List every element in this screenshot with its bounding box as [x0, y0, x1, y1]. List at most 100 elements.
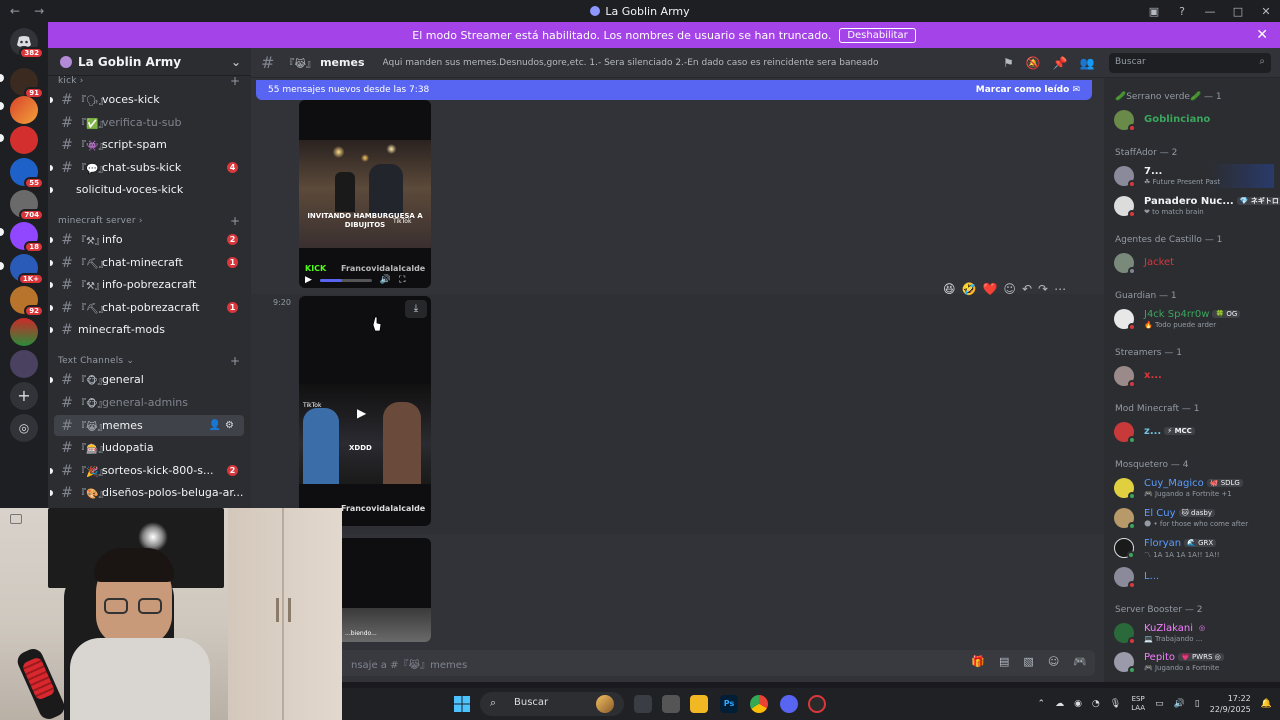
file-explorer-icon[interactable]: [690, 695, 708, 713]
direct-messages-icon[interactable]: 382: [10, 28, 44, 59]
channel-info[interactable]: # 『⚒』 info 2: [50, 229, 244, 250]
minimize-button[interactable]: —: [1196, 5, 1224, 18]
mark-as-read-button[interactable]: Marcar como leído ✉: [976, 85, 1080, 95]
sticker-icon[interactable]: ▧: [1023, 655, 1033, 668]
member-item[interactable]: Panadero Nuc... 💎 ネギトロ ❤ to match brain: [1114, 194, 1280, 218]
server-icon-3[interactable]: [10, 126, 38, 154]
new-messages-bar[interactable]: 55 mensajes nuevos desde las 7:38 Marcar…: [256, 80, 1092, 100]
search-input[interactable]: Buscar ⌕: [1109, 52, 1271, 73]
play-icon[interactable]: ▶: [305, 275, 312, 285]
member-item[interactable]: J4ck Sp4rr0w 🍀 OG 🔥 Todo puede arder: [1114, 307, 1274, 331]
cloud-icon[interactable]: ☁: [1055, 699, 1064, 709]
close-window-button[interactable]: ✕: [1252, 5, 1280, 18]
member-item[interactable]: Goblinciano: [1114, 108, 1274, 132]
volume-icon[interactable]: 🔊: [1174, 699, 1185, 709]
channel-general[interactable]: # 『🐵』 general: [50, 369, 244, 390]
task-view-icon[interactable]: [634, 695, 652, 713]
member-item[interactable]: Pepito 💗 PWRS ◎ 🎮 Jugando a Fortnite: [1114, 650, 1274, 674]
channel-sorteos[interactable]: # 『🎉』 sorteos-kick-800-s... 2: [50, 460, 244, 481]
add-channel-icon[interactable]: +: [230, 74, 240, 88]
forward-icon[interactable]: ↷: [1038, 282, 1048, 296]
server-icon-1[interactable]: 91: [10, 68, 44, 99]
wifi-icon[interactable]: ◔: [1092, 699, 1100, 709]
channel-chat-pobrezacraft[interactable]: # 『⛏』 chat-pobrezacraft 1: [50, 297, 244, 318]
add-server-icon[interactable]: +: [10, 382, 38, 410]
inbox-icon[interactable]: ▣: [1140, 5, 1168, 18]
channel-general-admins[interactable]: # 『🐵』 general-admins: [54, 392, 244, 413]
emoji-icon[interactable]: ☺: [1048, 655, 1059, 668]
activities-icon[interactable]: 🎮: [1073, 655, 1087, 668]
help-icon[interactable]: ?: [1168, 5, 1196, 18]
channel-topic[interactable]: Aqui manden sus memes.Desnudos,gore,etc.…: [383, 58, 1003, 68]
server-icon-8[interactable]: 92: [10, 286, 44, 317]
mic-icon[interactable]: 🎙: [1110, 699, 1121, 709]
discord-taskbar-icon[interactable]: [780, 695, 798, 713]
forward-arrow-icon[interactable]: →: [34, 4, 44, 18]
language-indicator[interactable]: ESP LAA: [1131, 695, 1145, 713]
member-item[interactable]: 7... ☘ Future Present Past: [1114, 164, 1274, 188]
add-channel-icon[interactable]: +: [230, 214, 240, 228]
chevron-down-icon[interactable]: ⌄: [231, 55, 241, 69]
notifications-muted-icon[interactable]: 🔕: [1026, 56, 1041, 70]
app-icon-2[interactable]: [808, 695, 826, 713]
pin-icon[interactable]: 📌: [1053, 56, 1068, 70]
member-item[interactable]: Floryan 🌊 GRX 〽 1A 1A 1A 1A!! 1A!!: [1114, 536, 1274, 560]
app-icon[interactable]: [662, 695, 680, 713]
member-item[interactable]: x...: [1114, 364, 1274, 388]
channel-memes[interactable]: # 『😹』 memes 👤⚙: [54, 415, 244, 436]
video-attachment-1[interactable]: INVITANDO HAMBURGUESA A DIBUJITOS TikTok…: [299, 100, 431, 288]
video-progress-slider[interactable]: [319, 278, 372, 282]
add-reaction-icon[interactable]: ☺: [1003, 282, 1016, 296]
channel-chat-minecraft[interactable]: # 『⛏』 chat-minecraft 1: [50, 252, 244, 273]
chrome-icon[interactable]: [750, 695, 768, 713]
channel-verifica-tu-sub[interactable]: # 『✅』 verifica-tu-sub: [54, 112, 244, 133]
channel-ludopatia[interactable]: # 『🎰』 ludopatia: [54, 437, 244, 458]
disable-streamer-button[interactable]: Deshabilitar: [839, 27, 916, 43]
reaction-rofl-icon[interactable]: 🤣: [962, 282, 977, 296]
member-list-icon[interactable]: 👥: [1080, 56, 1095, 70]
fullscreen-icon[interactable]: ⛶: [399, 275, 405, 285]
notifications-icon[interactable]: 🔔: [1261, 699, 1272, 709]
member-item[interactable]: Cuy_Magico 🐙 SDLG 🎮 Jugando a Fortnite +1: [1114, 476, 1274, 500]
server-header[interactable]: La Goblin Army ⌄: [48, 48, 251, 76]
download-icon[interactable]: ⤓: [405, 300, 427, 318]
message-input[interactable]: nsaje a #『😹』memes 🎁 ▤ ▧ ☺ 🎮: [259, 650, 1095, 676]
windows-start-icon[interactable]: [454, 696, 470, 712]
channel-minecraft-mods[interactable]: # minecraft-mods: [50, 319, 244, 340]
member-item[interactable]: z... ⚡ MCC: [1114, 420, 1274, 444]
server-icon-5[interactable]: 704: [10, 190, 44, 221]
volume-icon[interactable]: 🔊: [380, 275, 391, 285]
gif-icon[interactable]: ▤: [999, 655, 1009, 668]
category-kick[interactable]: kick › +: [58, 74, 240, 88]
channel-voces-kick[interactable]: # 『🗣』 voces-kick: [50, 89, 244, 110]
close-banner-icon[interactable]: ✕: [1256, 27, 1268, 43]
add-channel-icon[interactable]: +: [230, 354, 240, 368]
member-item[interactable]: El Cuy 🐱 dasby 🌑 • for those who come afte…: [1114, 506, 1274, 530]
channel-disenos-polos[interactable]: # 『🎨』 diseños-polos-beluga-ar...: [50, 482, 244, 503]
more-options-icon[interactable]: ⋯: [1054, 282, 1066, 296]
server-icon-4[interactable]: 55: [10, 158, 44, 189]
channel-script-spam[interactable]: # 『👾』 script-spam: [54, 134, 244, 155]
threads-icon[interactable]: ⚑: [1003, 56, 1014, 70]
channel-info-pobrezacraft[interactable]: # 『⚒』 info-pobrezacraft: [50, 274, 244, 295]
member-item[interactable]: KuZlakani ◎ 💻 Trabajando ...: [1114, 621, 1274, 645]
discover-icon[interactable]: ◎: [10, 414, 38, 442]
server-icon-2[interactable]: [10, 96, 38, 124]
photoshop-icon[interactable]: Ps: [720, 695, 738, 713]
widget-icon[interactable]: [596, 695, 614, 713]
reaction-laugh-icon[interactable]: 😆: [943, 282, 956, 296]
play-icon[interactable]: ▶: [357, 406, 366, 420]
app-tray-icon[interactable]: ◉: [1074, 699, 1082, 709]
maximize-button[interactable]: □: [1224, 5, 1252, 18]
channel-solicitud-voces-kick[interactable]: solicitud-voces-kick: [50, 179, 244, 200]
server-icon-7[interactable]: 1K+: [10, 254, 44, 285]
twitch-server-icon[interactable]: 18: [10, 222, 44, 253]
server-icon-9[interactable]: [10, 318, 38, 346]
server-icon-10[interactable]: [10, 350, 38, 378]
reply-icon[interactable]: ↶: [1022, 282, 1032, 296]
member-item[interactable]: Jacket: [1114, 251, 1274, 275]
back-arrow-icon[interactable]: ←: [10, 4, 20, 18]
battery-icon[interactable]: ▯: [1195, 699, 1200, 709]
monitor-icon[interactable]: ▭: [1155, 699, 1164, 709]
channel-chat-subs-kick[interactable]: # 『💬』 chat-subs-kick 4: [50, 157, 244, 178]
